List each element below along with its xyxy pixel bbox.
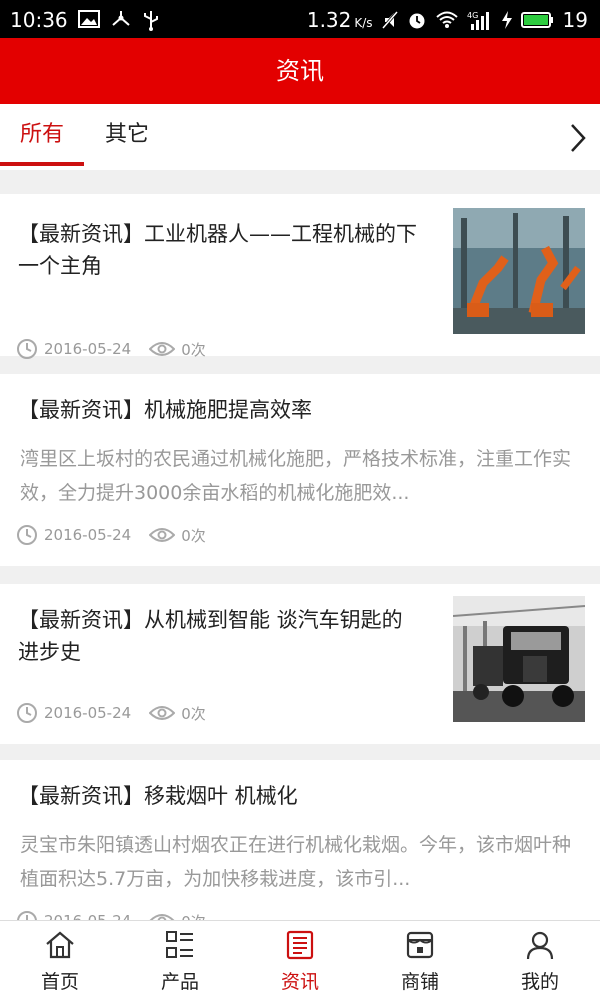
article-date: 2016-05-24 [44,526,132,544]
battery-level: 19 [562,8,588,32]
nav-label: 资讯 [280,971,319,993]
article-views: 0次 [181,526,206,545]
status-time: 10:36 [10,8,68,32]
article-title[interactable]: 【最新资讯】机械施肥提高效率 [18,394,578,426]
notification-icons [78,9,160,31]
image-icon [78,10,100,28]
signal-icon: 4G [467,11,489,30]
article-thumbnail[interactable] [453,596,585,722]
chevron-right-icon[interactable] [568,122,588,154]
alarm-icon [409,13,425,29]
nav-profile[interactable]: 我的 [480,921,600,1001]
article-summary: 灵宝市朱阳镇透山村烟农正在进行机械化栽烟。今年，该市烟叶种植面积达5.7万亩，为… [20,834,572,890]
article-views: 0次 [181,340,206,359]
article-date: 2016-05-24 [44,704,132,722]
eye-icon [149,706,176,720]
clock-icon [17,703,37,723]
shop-icon [406,931,434,959]
nav-news[interactable]: 资讯 [240,921,360,1001]
article-summary: 湾里区上坂村的农民通过机械化施肥，严格技术标准，注重工作实效，全力提升3000余… [20,448,572,504]
battery-icon [520,12,553,28]
article-meta: 2016-05-24 0次 [16,524,206,546]
nav-label: 首页 [40,971,79,993]
status-bar: 10:36 1.32 K/s 4G 19 [0,0,600,38]
charging-icon [501,11,512,29]
article-meta: 2016-05-24 0次 [16,702,206,724]
mute-icon [381,11,398,29]
usb-icon [144,11,158,31]
svg-text:4G: 4G [467,11,478,20]
user-icon [526,931,554,960]
article-title[interactable]: 【最新资讯】从机械到智能 谈汽车钥匙的进步史 [18,604,418,668]
eye-icon [149,342,176,356]
nav-shops[interactable]: 商铺 [360,921,480,1001]
article-date: 2016-05-24 [44,340,132,358]
category-tabs: 所有 其它 [0,104,600,170]
article-title[interactable]: 【最新资讯】移栽烟叶 机械化 [18,780,578,812]
tab-other[interactable]: 其它 [105,104,149,170]
clock-icon [17,525,37,545]
page-title: 资讯 [276,57,324,85]
status-right: 1.32 K/s 4G 19 [307,8,588,32]
eye-icon [149,528,176,542]
article-card[interactable]: 【最新资讯】工业机器人——工程机械的下一个主角 2016-05-24 0次 [0,194,600,359]
nav-products[interactable]: 产品 [120,921,240,1001]
article-views: 0次 [181,704,206,723]
tab-all[interactable]: 所有 [20,104,64,170]
app-bar: 资讯 [0,38,600,104]
nav-home[interactable]: 首页 [0,921,120,1001]
article-meta: 2016-05-24 0次 [16,338,206,360]
nav-label: 商铺 [400,971,439,993]
news-icon [286,930,314,960]
active-tab-indicator [0,162,84,166]
article-card[interactable]: 【最新资讯】机械施肥提高效率 湾里区上坂村的农民通过机械化施肥，严格技术标准，注… [0,374,600,566]
article-card[interactable]: 【最新资讯】从机械到智能 谈汽车钥匙的进步史 2016-05-24 0次 [0,584,600,744]
network-speed: 1.32 K/s [306,8,373,32]
home-icon [46,931,74,959]
article-thumbnail[interactable] [453,208,585,334]
products-grid-icon [166,931,193,958]
nav-label: 我的 [520,971,559,993]
article-title[interactable]: 【最新资讯】工业机器人——工程机械的下一个主角 [18,218,418,282]
bottom-nav: 首页 产品 资讯 商铺 我的 [0,920,600,1001]
article-card[interactable]: 【最新资讯】移栽烟叶 机械化 灵宝市朱阳镇透山村烟农正在进行机械化栽烟。今年，该… [0,760,600,931]
clock-icon [17,339,37,359]
usb-share-icon [112,11,130,26]
nav-label: 产品 [160,971,199,993]
wifi-icon [435,11,458,28]
